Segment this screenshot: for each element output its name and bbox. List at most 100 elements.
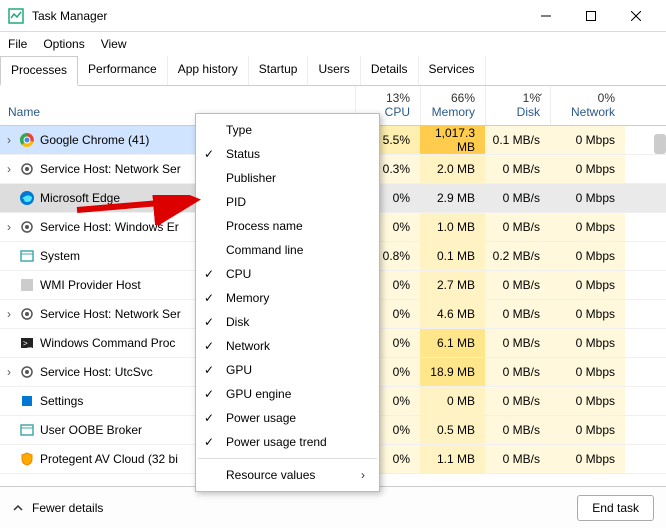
disk-cell: 0 MB/s [485, 416, 550, 444]
gear-icon [18, 306, 36, 322]
context-menu-item[interactable]: Process name [196, 214, 379, 238]
memory-cell: 2.0 MB [420, 155, 485, 183]
check-icon: ✓ [204, 291, 214, 305]
context-menu-item[interactable]: ✓Power usage trend [196, 430, 379, 454]
context-menu-item[interactable]: Type [196, 118, 379, 142]
context-menu-item[interactable]: ✓Status [196, 142, 379, 166]
network-cell: 0 Mbps [550, 126, 625, 154]
menu-options[interactable]: Options [43, 37, 84, 51]
check-icon: ✓ [204, 267, 214, 281]
expand-icon[interactable]: › [0, 220, 18, 234]
check-icon: ✓ [204, 147, 214, 161]
menu-view[interactable]: View [101, 37, 127, 51]
header-network[interactable]: 0%Network [550, 86, 625, 125]
close-button[interactable] [613, 2, 658, 30]
context-menu-item[interactable]: ✓Disk [196, 310, 379, 334]
column-context-menu: Type✓StatusPublisherPIDProcess nameComma… [195, 113, 380, 492]
tabs: Processes Performance App history Startu… [0, 56, 666, 86]
memory-cell: 2.9 MB [420, 184, 485, 212]
network-cell: 0 Mbps [550, 300, 625, 328]
network-cell: 0 Mbps [550, 184, 625, 212]
edge-icon [18, 190, 36, 206]
menu-file[interactable]: File [8, 37, 27, 51]
shield-icon [18, 451, 36, 467]
context-menu-item[interactable]: ✓Power usage [196, 406, 379, 430]
minimize-button[interactable] [523, 2, 568, 30]
titlebar: Task Manager [0, 0, 666, 32]
disk-cell: 0 MB/s [485, 155, 550, 183]
context-menu-item[interactable]: ✓GPU [196, 358, 379, 382]
svg-text:>_: >_ [23, 339, 33, 348]
gear-icon [18, 161, 36, 177]
disk-cell: 0 MB/s [485, 184, 550, 212]
disk-cell: 0.1 MB/s [485, 126, 550, 154]
context-menu-item[interactable]: PID [196, 190, 379, 214]
context-menu-item[interactable]: ✓GPU engine [196, 382, 379, 406]
network-cell: 0 Mbps [550, 155, 625, 183]
context-menu-resource-values[interactable]: Resource values› [196, 463, 379, 487]
separator [198, 458, 377, 459]
check-icon: ✓ [204, 387, 214, 401]
tab-users[interactable]: Users [308, 56, 360, 85]
tab-performance[interactable]: Performance [78, 56, 168, 85]
scrollbar-thumb[interactable] [654, 134, 666, 154]
context-menu-item[interactable]: ✓Memory [196, 286, 379, 310]
maximize-button[interactable] [568, 2, 613, 30]
network-cell: 0 Mbps [550, 329, 625, 357]
memory-cell: 1,017.3 MB [420, 126, 485, 154]
chrome-icon [18, 132, 36, 148]
network-cell: 0 Mbps [550, 416, 625, 444]
expand-icon[interactable]: › [0, 307, 18, 321]
tab-processes[interactable]: Processes [0, 56, 78, 86]
header-memory[interactable]: 66%Memory [420, 86, 485, 125]
disk-cell: 0.2 MB/s [485, 242, 550, 270]
expand-icon[interactable]: › [0, 162, 18, 176]
disk-cell: 0 MB/s [485, 271, 550, 299]
window-title: Task Manager [32, 9, 523, 23]
network-cell: 0 Mbps [550, 387, 625, 415]
end-task-button[interactable]: End task [577, 495, 654, 521]
memory-cell: 6.1 MB [420, 329, 485, 357]
memory-cell: 4.6 MB [420, 300, 485, 328]
memory-cell: 0.5 MB [420, 416, 485, 444]
disk-cell: 0 MB/s [485, 358, 550, 386]
check-icon: ✓ [204, 315, 214, 329]
chevron-down-icon: ⌄ [536, 88, 544, 99]
expand-icon[interactable]: › [0, 365, 18, 379]
app-icon [18, 277, 36, 293]
memory-cell: 2.7 MB [420, 271, 485, 299]
expand-icon[interactable]: › [0, 133, 18, 147]
memory-cell: 0.1 MB [420, 242, 485, 270]
cmd-icon: >_ [18, 335, 36, 351]
settings-icon [18, 393, 36, 409]
check-icon: ✓ [204, 363, 214, 377]
check-icon: ✓ [204, 411, 214, 425]
footer: Fewer details End task [0, 486, 666, 528]
gear-icon [18, 364, 36, 380]
disk-cell: 0 MB/s [485, 329, 550, 357]
check-icon: ✓ [204, 435, 214, 449]
network-cell: 0 Mbps [550, 271, 625, 299]
gear-icon [18, 219, 36, 235]
tab-startup[interactable]: Startup [249, 56, 309, 85]
window-icon [18, 248, 36, 264]
network-cell: 0 Mbps [550, 213, 625, 241]
memory-cell: 18.9 MB [420, 358, 485, 386]
memory-cell: 1.0 MB [420, 213, 485, 241]
context-menu-item[interactable]: Command line [196, 238, 379, 262]
fewer-details-toggle[interactable]: Fewer details [12, 501, 577, 515]
tab-details[interactable]: Details [361, 56, 419, 85]
memory-cell: 1.1 MB [420, 445, 485, 473]
header-disk[interactable]: 1%Disk⌄ [485, 86, 550, 125]
chevron-up-icon [12, 502, 24, 514]
tab-app-history[interactable]: App history [168, 56, 249, 85]
menubar: File Options View [0, 32, 666, 56]
context-menu-item[interactable]: Publisher [196, 166, 379, 190]
tab-services[interactable]: Services [419, 56, 486, 85]
network-cell: 0 Mbps [550, 242, 625, 270]
network-cell: 0 Mbps [550, 358, 625, 386]
context-menu-item[interactable]: ✓CPU [196, 262, 379, 286]
chevron-right-icon: › [361, 468, 369, 482]
context-menu-item[interactable]: ✓Network [196, 334, 379, 358]
disk-cell: 0 MB/s [485, 213, 550, 241]
